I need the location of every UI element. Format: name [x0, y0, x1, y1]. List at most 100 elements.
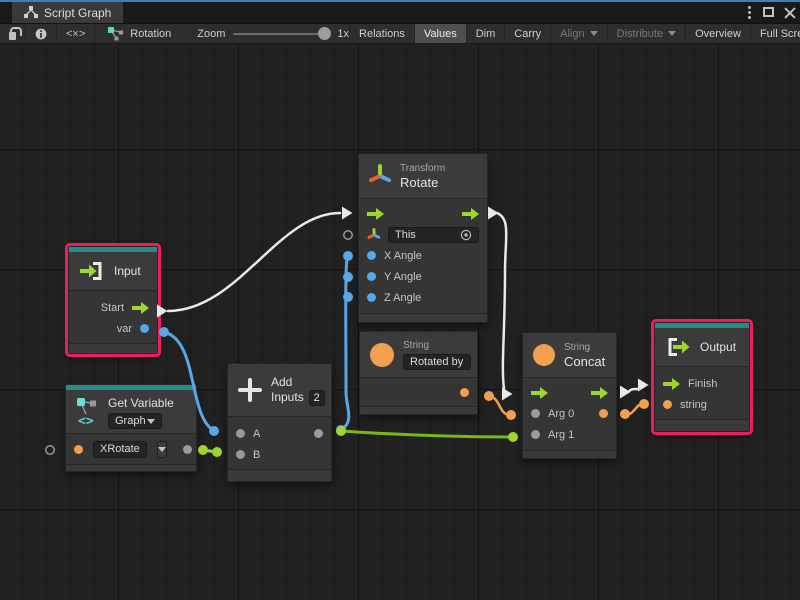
input-port-dot[interactable] [663, 400, 672, 409]
info-icon [35, 27, 47, 41]
node-input[interactable]: Input Start var [68, 246, 158, 354]
port-label: A [253, 428, 260, 440]
align-button[interactable]: Align [551, 24, 607, 43]
string-value-field[interactable]: Rotated by [403, 354, 471, 370]
node-rotate[interactable]: Transform Rotate [358, 153, 488, 323]
port-z-angle[interactable]: Z Angle [359, 287, 487, 308]
node-add-ports: A B [228, 417, 331, 469]
output-port-dot[interactable] [460, 388, 469, 397]
node-add[interactable]: Add Inputs 2 A B [227, 363, 332, 482]
node-footer [523, 450, 616, 458]
port-y-angle[interactable]: Y Angle [359, 266, 487, 287]
port-label: B [253, 449, 260, 461]
code-icon: <×> [66, 28, 85, 40]
port-value-out[interactable] [360, 382, 477, 403]
chevron-down-icon [590, 31, 598, 36]
node-category: Transform [400, 163, 445, 175]
target-picker-icon[interactable] [460, 229, 472, 241]
input-port-dot[interactable] [531, 409, 540, 418]
inputs-count-field[interactable]: 2 [309, 390, 325, 406]
flow-arrow-icon[interactable] [663, 378, 680, 390]
port-label: X Angle [384, 250, 422, 262]
flow-arrow-icon[interactable] [132, 302, 149, 314]
node-title: Output [700, 340, 736, 354]
carry-button[interactable]: Carry [505, 24, 551, 43]
variable-kind-dropdown[interactable]: Graph [108, 413, 162, 429]
distribute-button[interactable]: Distribute [608, 24, 686, 43]
node-string-literal[interactable]: String Rotated by [359, 331, 478, 415]
output-port-dot[interactable] [183, 445, 192, 454]
port-start[interactable]: Start [69, 297, 157, 318]
port-label: string [680, 399, 707, 411]
output-port-dot[interactable] [314, 429, 323, 438]
port-label: Y Angle [384, 271, 422, 283]
port-this[interactable]: This [359, 224, 487, 245]
zoom-slider-handle[interactable] [318, 27, 331, 40]
node-title: Concat [564, 354, 605, 369]
breadcrumb[interactable]: Rotation [130, 28, 171, 40]
port-var[interactable]: var [69, 318, 157, 339]
input-port-dot[interactable] [367, 251, 376, 260]
code-preview-button[interactable]: <×> [57, 24, 95, 43]
flow-arrow-icon[interactable] [531, 387, 548, 399]
node-output[interactable]: Output Finish string [654, 322, 750, 432]
node-output-header: Output [655, 328, 749, 367]
node-concat[interactable]: String Concat Arg 0 A [522, 332, 617, 459]
overview-button[interactable]: Overview [686, 24, 751, 43]
port-x-angle[interactable]: X Angle [359, 245, 487, 266]
graph-toolbar: <×> Rotation Zoom 1x Relations Values Di… [0, 24, 800, 44]
port-label: Finish [688, 378, 717, 390]
input-port-dot[interactable] [236, 429, 245, 438]
tab-script-graph[interactable]: Script Graph [12, 2, 123, 23]
node-title: Add [271, 375, 325, 390]
info-button[interactable] [26, 24, 57, 43]
dim-button[interactable]: Dim [467, 24, 506, 43]
variable-name-dropdown[interactable]: XRotate [93, 441, 147, 458]
breadcrumb-graph-icon [107, 26, 123, 41]
full-screen-button[interactable]: Full Screen [751, 24, 800, 43]
values-button[interactable]: Values [415, 24, 467, 43]
flow-arrow-icon[interactable] [367, 208, 384, 220]
node-get-variable[interactable]: <> Get Variable Graph XRotate [65, 384, 197, 472]
input-port-dot[interactable] [367, 272, 376, 281]
relations-button[interactable]: Relations [350, 24, 415, 43]
port-flow[interactable] [359, 203, 487, 224]
rotate-mini-icon [367, 227, 380, 243]
value-port-dot[interactable] [74, 445, 83, 454]
node-footer [69, 343, 157, 353]
port-arg0[interactable]: Arg 0 [523, 403, 616, 424]
node-get-variable-header: <> Get Variable Graph [66, 390, 196, 434]
port-b[interactable]: B [228, 444, 331, 465]
node-title: Rotate [400, 175, 445, 190]
node-category: String [564, 342, 605, 354]
port-string[interactable]: string [655, 394, 749, 415]
port-variable[interactable]: XRotate [66, 439, 196, 459]
port-a[interactable]: A [228, 423, 331, 444]
get-variable-icon: <> [76, 396, 99, 428]
node-output-ports: Finish string [655, 367, 749, 419]
output-port-dot[interactable] [599, 409, 608, 418]
port-arg1[interactable]: Arg 1 [523, 424, 616, 445]
zoom-control: Zoom 1x [197, 28, 349, 40]
maximize-icon[interactable] [763, 7, 774, 17]
node-rotate-ports: This X Angle Y Angle Z Angle [359, 199, 487, 313]
input-port-dot[interactable] [367, 293, 376, 302]
close-icon[interactable] [784, 6, 796, 18]
rotate-tool-icon [369, 161, 391, 191]
port-finish[interactable]: Finish [655, 373, 749, 394]
tab-bar: Script Graph [0, 2, 800, 24]
window-controls [746, 2, 796, 22]
graph-input-icon [79, 261, 105, 281]
input-port-dot[interactable] [531, 430, 540, 439]
window-menu-icon[interactable] [746, 4, 753, 21]
port-flow[interactable] [523, 382, 616, 403]
flow-arrow-icon[interactable] [462, 208, 479, 220]
input-port-dot[interactable] [236, 450, 245, 459]
tab-label: Script Graph [44, 6, 111, 20]
flow-arrow-icon[interactable] [591, 387, 608, 399]
this-field[interactable]: This [388, 227, 479, 243]
lock-button[interactable] [0, 24, 26, 43]
variable-dropdown-button[interactable] [157, 441, 167, 458]
zoom-slider[interactable] [233, 33, 329, 35]
value-port-dot[interactable] [140, 324, 149, 333]
